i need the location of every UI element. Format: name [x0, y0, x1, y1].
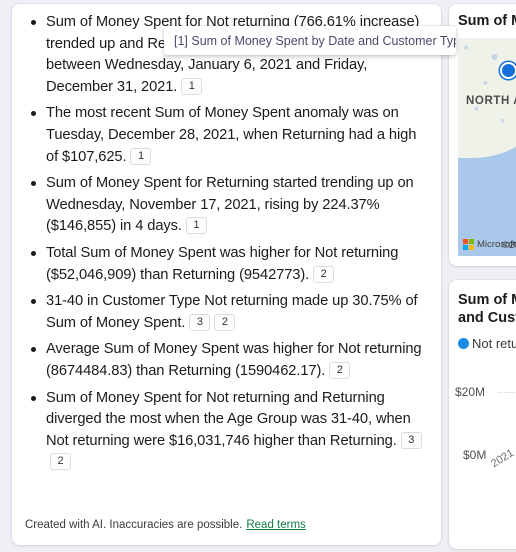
y-axis-tick-label: $0M — [463, 448, 487, 462]
reference-badge[interactable]: 1 — [185, 217, 207, 235]
reference-badge[interactable]: 2 — [50, 453, 71, 471]
insights-card: Sum of Money Spent for Not returning (76… — [12, 4, 441, 545]
chart-legend[interactable]: Not returning — [449, 327, 516, 351]
insight-text: Total Sum of Money Spent was higher for … — [46, 244, 399, 283]
list-item: Sum of Money Spent for Not returning and… — [22, 388, 431, 474]
insights-list-container: Sum of Money Spent for Not returning (76… — [12, 4, 441, 505]
x-axis-tick-label: 2021 — [489, 447, 516, 471]
reference-badge[interactable]: 3 — [189, 313, 211, 331]
map-visual-card[interactable]: Sum of Money Spent by Country NORTH AMER… — [449, 4, 516, 266]
visuals-column: Sum of Money Spent by Country NORTH AMER… — [449, 4, 516, 549]
reference-badge[interactable]: 1 — [181, 77, 203, 95]
map-bubble-marker[interactable] — [500, 62, 516, 79]
app-root: Sum of Money Spent for Not returning (76… — [0, 0, 516, 552]
chart-plot-area[interactable]: $20M $0M 2021 — [449, 356, 516, 535]
chart-card-title-line2: and Customer Type — [458, 309, 516, 326]
reference-badge[interactable]: 2 — [329, 361, 351, 379]
legend-item-label: Not returning — [472, 336, 516, 351]
y-axis-tick-label: $20M — [455, 385, 486, 399]
reference-badge[interactable]: 2 — [313, 265, 335, 283]
tooltip-text: [1] Sum of Money Spent by Date and Custo… — [174, 33, 456, 48]
gridline — [498, 392, 516, 393]
list-item: Sum of Money Spent for Not returning (76… — [22, 12, 431, 98]
line-chart-visual-card[interactable]: Sum of Money Spent by Date and Customer … — [449, 280, 516, 549]
map-copyright-text: ©2023 TomTom, ©2023 Microsoft Corporatio… — [502, 240, 516, 251]
insight-text: Sum of Money Spent for Returning started… — [46, 175, 414, 235]
list-item: Average Sum of Money Spent was higher fo… — [22, 339, 431, 382]
insight-text: Sum of Money Spent for Not returning and… — [46, 389, 411, 449]
insight-text: Average Sum of Money Spent was higher fo… — [46, 341, 422, 379]
list-item: Sum of Money Spent for Returning started… — [22, 173, 431, 238]
reference-badge[interactable]: 3 — [400, 431, 422, 449]
visual-reference-tooltip: [1] Sum of Money Spent by Date and Custo… — [164, 26, 456, 55]
list-item: 31-40 in Customer Type Not returning mad… — [22, 291, 431, 334]
list-item: Total Sum of Money Spent was higher for … — [22, 243, 431, 286]
ai-disclaimer-text: Created with AI. Inaccuracies are possib… — [25, 519, 243, 531]
insights-footer: Created with AI. Inaccuracies are possib… — [12, 505, 441, 545]
chart-card-title-line1: Sum of Money Spent by Date — [458, 292, 516, 308]
reference-badge[interactable]: 1 — [130, 147, 152, 165]
insights-bullet-list: Sum of Money Spent for Not returning (76… — [22, 12, 431, 474]
map-region-label: NORTH AMERICA — [466, 95, 516, 107]
microsoft-logo-icon — [463, 239, 474, 250]
legend-dot-icon — [458, 338, 469, 349]
map-card-title: Sum of Money Spent by Country — [458, 13, 516, 29]
list-item: The most recent Sum of Money Spent anoma… — [22, 103, 431, 168]
insight-text: The most recent Sum of Money Spent anoma… — [46, 105, 417, 165]
read-terms-link[interactable]: Read terms — [246, 519, 305, 531]
map-canvas[interactable]: NORTH AMERICA Microsoft ©2023 TomTom, ©2… — [458, 38, 516, 256]
reference-badge[interactable]: 2 — [214, 313, 236, 331]
